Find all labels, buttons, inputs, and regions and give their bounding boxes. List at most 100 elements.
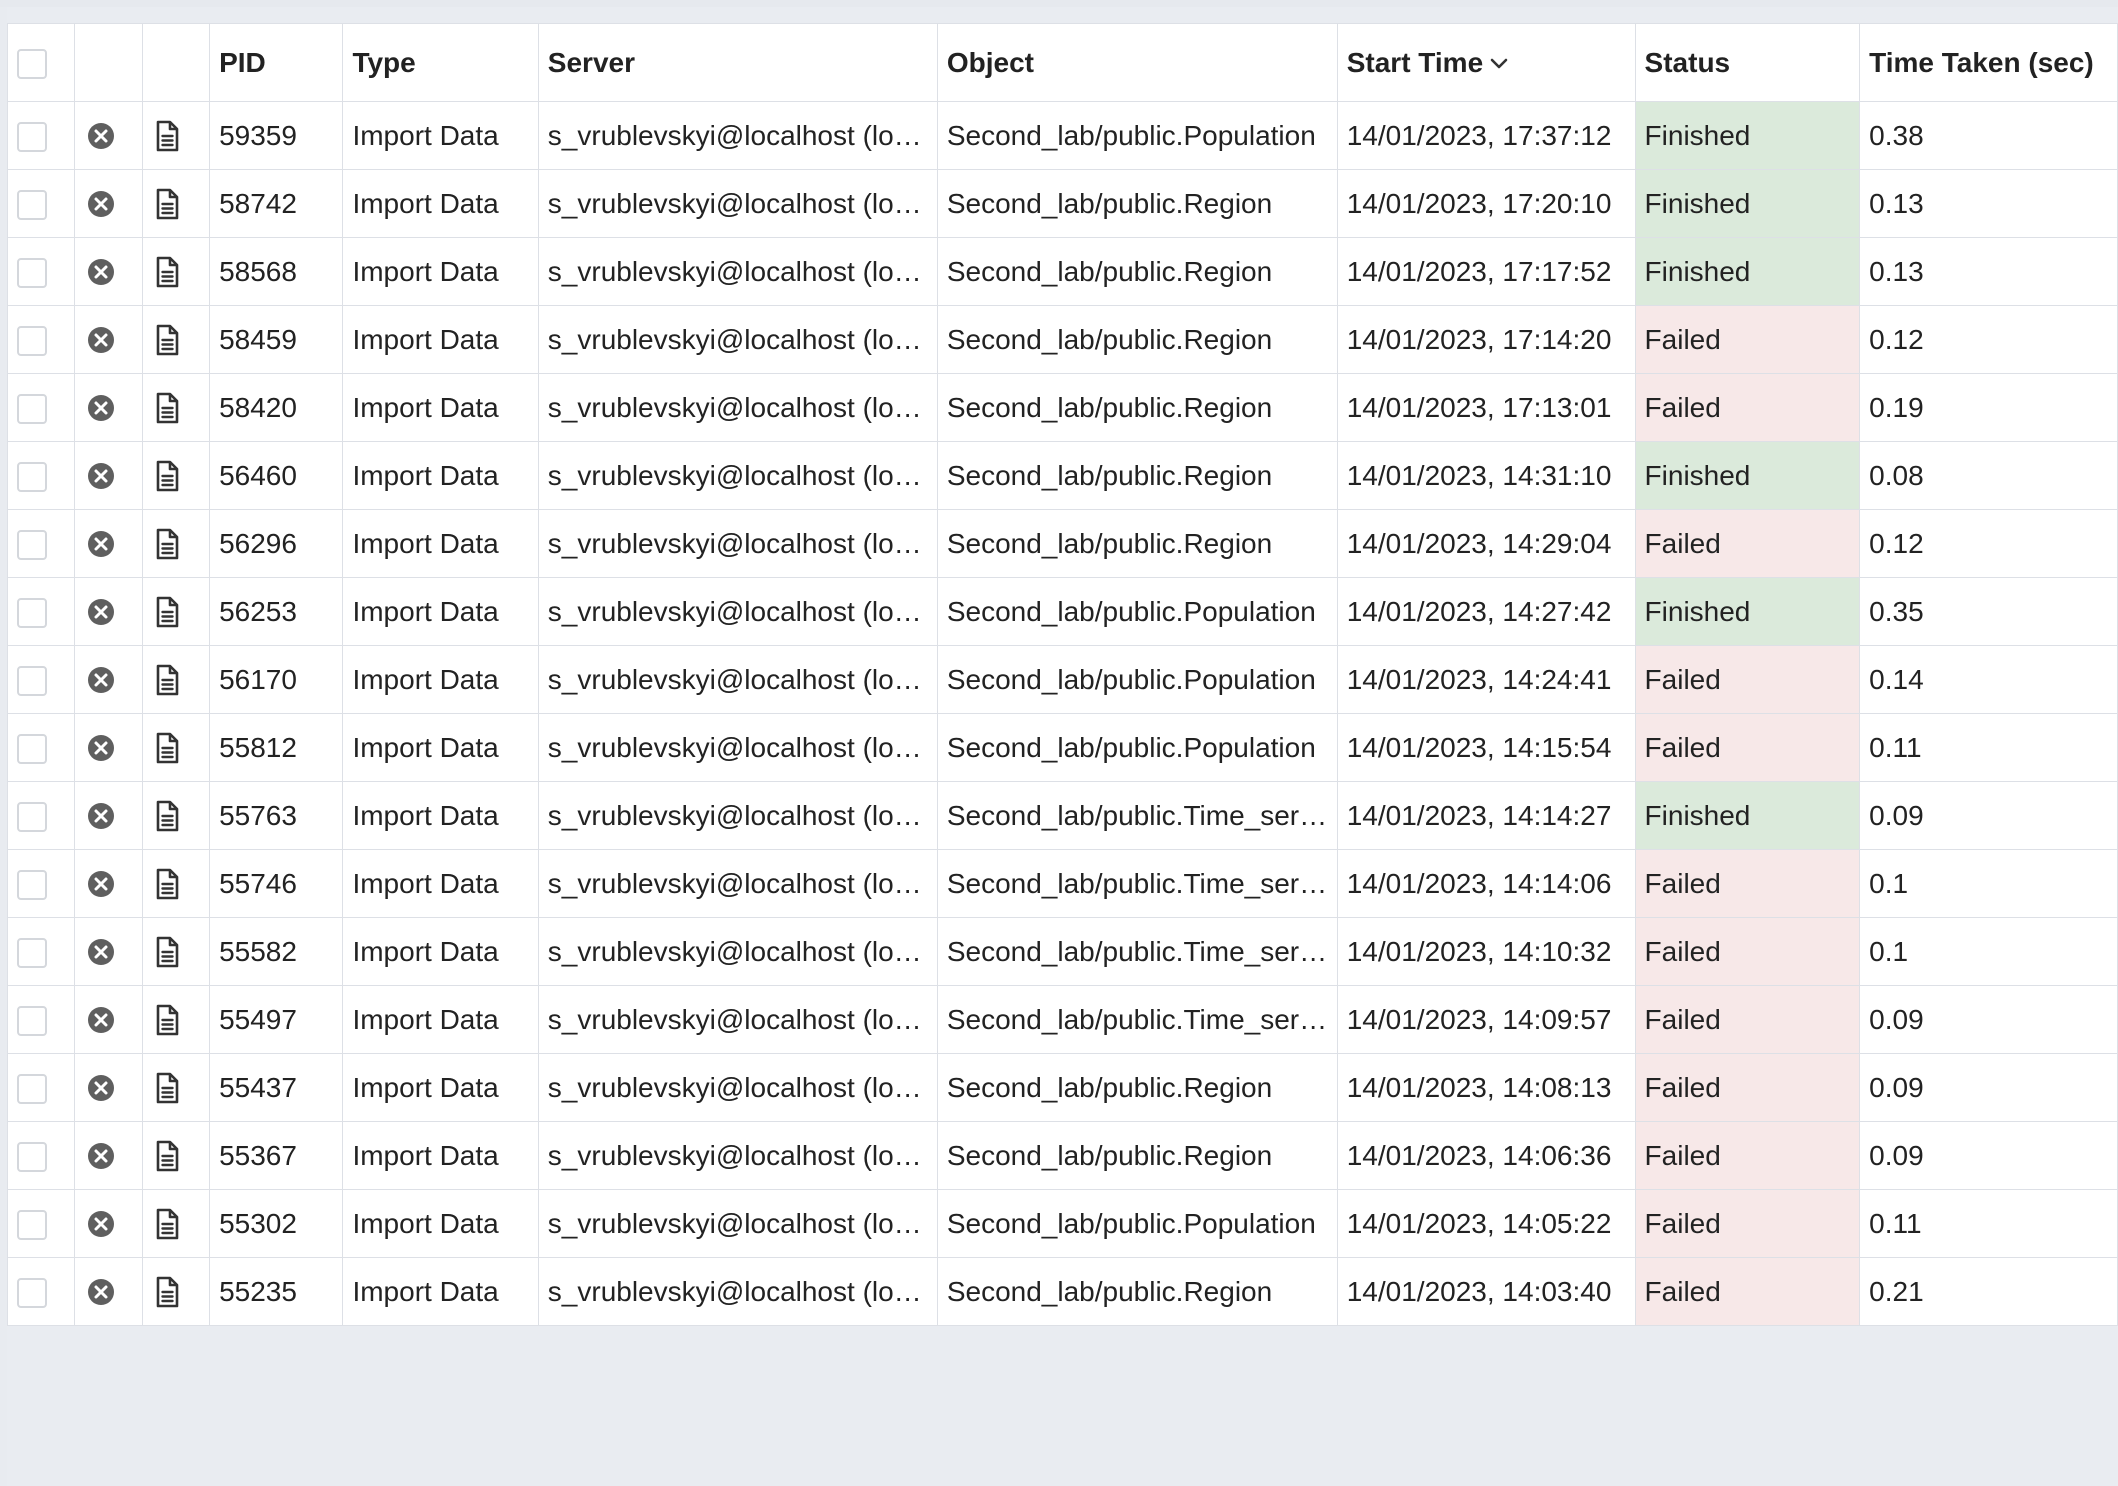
table-row[interactable]: 55302 Import Data s_vrublevskyi@localhost …	[6, 1189, 2118, 1258]
cancel-circle-icon[interactable]	[84, 459, 118, 493]
table-row[interactable]: 56253 Import Data s_vrublevskyi@localhost …	[6, 577, 2118, 646]
row-checkbox[interactable]	[17, 1277, 47, 1308]
row-checkbox[interactable]	[17, 1005, 47, 1036]
document-icon[interactable]	[152, 323, 182, 357]
document-icon[interactable]	[152, 731, 182, 765]
column-header-status[interactable]: Status	[1634, 23, 1861, 102]
row-checkbox[interactable]	[17, 257, 47, 288]
cancel-circle-icon[interactable]	[84, 867, 118, 901]
column-header-server-label: Server	[547, 46, 635, 78]
object-cell: Second_lab/public.Population	[936, 645, 1338, 714]
server-cell: s_vrublevskyi@localhost (lo…	[537, 441, 938, 510]
row-checkbox[interactable]	[17, 325, 47, 356]
row-logs-cell	[141, 1257, 211, 1326]
pid-cell: 55763	[209, 781, 344, 850]
document-icon[interactable]	[152, 459, 182, 493]
cancel-circle-icon[interactable]	[84, 187, 118, 221]
object-cell: Second_lab/public.Population	[936, 713, 1338, 782]
row-stop-cell	[74, 1189, 143, 1258]
cancel-circle-icon[interactable]	[84, 935, 118, 969]
table-row[interactable]: 55367 Import Data s_vrublevskyi@localhost …	[6, 1121, 2118, 1190]
server-cell: s_vrublevskyi@localhost (lo…	[537, 849, 938, 918]
column-header-pid[interactable]: PID	[209, 23, 344, 102]
row-checkbox[interactable]	[17, 937, 47, 968]
row-select-cell	[6, 781, 76, 850]
row-checkbox[interactable]	[17, 461, 47, 492]
document-icon[interactable]	[152, 935, 182, 969]
row-checkbox[interactable]	[17, 1141, 47, 1172]
cancel-circle-icon[interactable]	[84, 527, 118, 561]
row-checkbox[interactable]	[17, 733, 47, 764]
pid-cell: 58459	[209, 305, 344, 374]
cancel-circle-icon[interactable]	[84, 1071, 118, 1105]
server-cell: s_vrublevskyi@localhost (lo…	[537, 917, 938, 986]
cancel-circle-icon[interactable]	[84, 1275, 118, 1309]
document-icon[interactable]	[152, 595, 182, 629]
cancel-circle-icon[interactable]	[84, 391, 118, 425]
document-icon[interactable]	[152, 255, 182, 289]
document-icon[interactable]	[152, 663, 182, 697]
select-all-checkbox[interactable]	[17, 48, 47, 79]
table-row[interactable]: 55746 Import Data s_vrublevskyi@localhost …	[6, 849, 2118, 918]
table-row[interactable]: 55763 Import Data s_vrublevskyi@localhost …	[6, 781, 2118, 850]
column-header-object[interactable]: Object	[936, 23, 1338, 102]
table-row[interactable]: 58459 Import Data s_vrublevskyi@localhost …	[6, 305, 2118, 374]
object-cell: Second_lab/public.Population	[936, 577, 1338, 646]
table-row[interactable]: 55582 Import Data s_vrublevskyi@localhost …	[6, 917, 2118, 986]
cancel-circle-icon[interactable]	[84, 663, 118, 697]
row-checkbox[interactable]	[17, 597, 47, 628]
cancel-circle-icon[interactable]	[84, 323, 118, 357]
row-checkbox[interactable]	[17, 665, 47, 696]
cancel-circle-icon[interactable]	[84, 1003, 118, 1037]
row-checkbox[interactable]	[17, 393, 47, 424]
column-header-time-taken[interactable]: Time Taken (sec)	[1859, 23, 2118, 102]
document-icon[interactable]	[152, 527, 182, 561]
document-icon[interactable]	[152, 1207, 182, 1241]
table-row[interactable]: 56296 Import Data s_vrublevskyi@localhost …	[6, 509, 2118, 578]
type-cell: Import Data	[342, 645, 539, 714]
table-row[interactable]: 55497 Import Data s_vrublevskyi@localhost …	[6, 985, 2118, 1054]
table-row[interactable]: 55235 Import Data s_vrublevskyi@localhost …	[6, 1257, 2118, 1326]
document-icon[interactable]	[152, 1003, 182, 1037]
document-icon[interactable]	[152, 119, 182, 153]
column-header-start-time[interactable]: Start Time	[1336, 23, 1636, 102]
document-icon[interactable]	[152, 1071, 182, 1105]
document-icon[interactable]	[152, 391, 182, 425]
row-checkbox[interactable]	[17, 1209, 47, 1240]
row-stop-cell	[74, 1121, 143, 1190]
processes-table: PID Type Server Object Start Time Status…	[6, 23, 2118, 1326]
cancel-circle-icon[interactable]	[84, 595, 118, 629]
row-checkbox[interactable]	[17, 529, 47, 560]
document-icon[interactable]	[152, 799, 182, 833]
row-logs-cell	[141, 101, 211, 170]
document-icon[interactable]	[152, 1275, 182, 1309]
row-checkbox[interactable]	[17, 1073, 47, 1104]
document-icon[interactable]	[152, 1139, 182, 1173]
status-cell: Failed	[1634, 917, 1861, 986]
row-checkbox[interactable]	[17, 869, 47, 900]
table-row[interactable]: 58568 Import Data s_vrublevskyi@localhost …	[6, 237, 2118, 306]
row-checkbox[interactable]	[17, 189, 47, 220]
cancel-circle-icon[interactable]	[84, 799, 118, 833]
cancel-circle-icon[interactable]	[84, 1139, 118, 1173]
start-time-cell: 14/01/2023, 17:17:52	[1336, 237, 1636, 306]
table-row[interactable]: 55812 Import Data s_vrublevskyi@localhost …	[6, 713, 2118, 782]
cancel-circle-icon[interactable]	[84, 119, 118, 153]
row-checkbox[interactable]	[17, 801, 47, 832]
table-row[interactable]: 55437 Import Data s_vrublevskyi@localhost …	[6, 1053, 2118, 1122]
table-row[interactable]: 58742 Import Data s_vrublevskyi@localhost …	[6, 169, 2118, 238]
cancel-circle-icon[interactable]	[84, 1207, 118, 1241]
document-icon[interactable]	[152, 187, 182, 221]
column-header-server[interactable]: Server	[537, 23, 938, 102]
cancel-circle-icon[interactable]	[84, 731, 118, 765]
table-row[interactable]: 59359 Import Data s_vrublevskyi@localhost …	[6, 101, 2118, 170]
table-row[interactable]: 56460 Import Data s_vrublevskyi@localhost …	[6, 441, 2118, 510]
pid-cell: 56170	[209, 645, 344, 714]
row-checkbox[interactable]	[17, 121, 47, 152]
column-header-type[interactable]: Type	[342, 23, 539, 102]
table-row[interactable]: 58420 Import Data s_vrublevskyi@localhost …	[6, 373, 2118, 442]
cancel-circle-icon[interactable]	[84, 255, 118, 289]
type-cell: Import Data	[342, 237, 539, 306]
table-row[interactable]: 56170 Import Data s_vrublevskyi@localhost …	[6, 645, 2118, 714]
document-icon[interactable]	[152, 867, 182, 901]
